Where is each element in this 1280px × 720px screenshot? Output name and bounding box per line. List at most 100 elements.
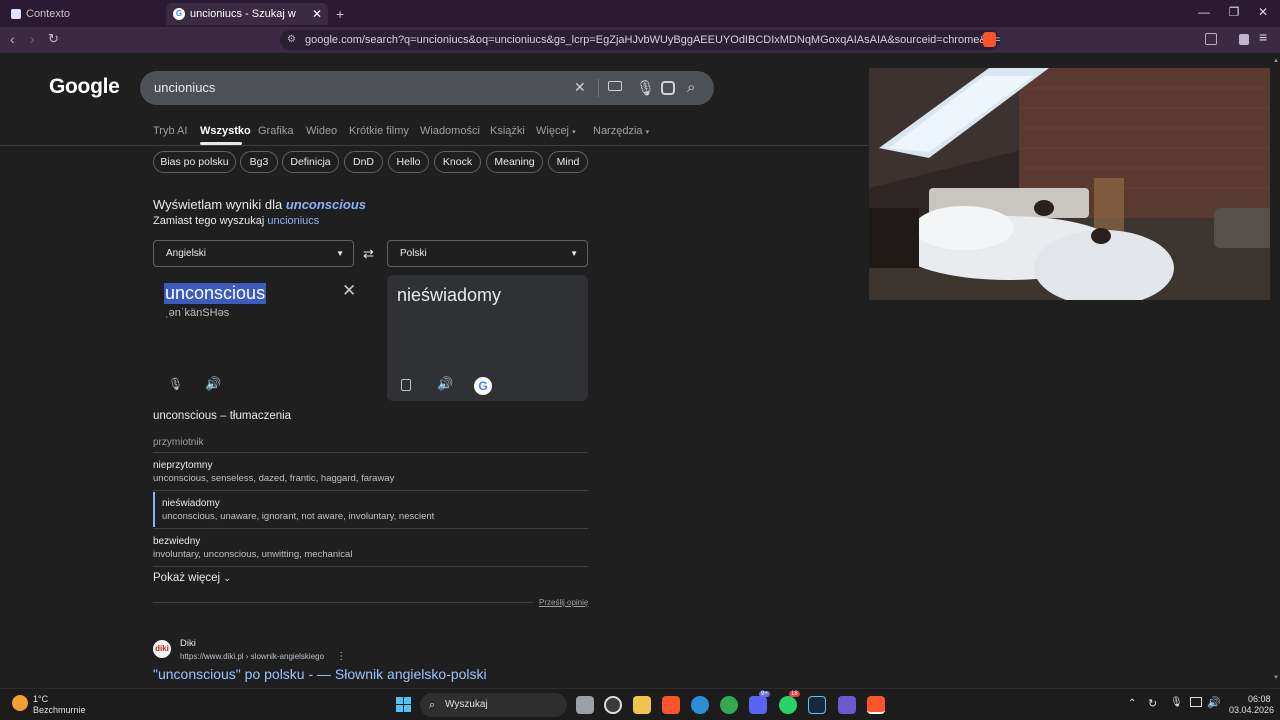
copy-icon[interactable] [401, 379, 411, 391]
minimize-button[interactable]: — [1196, 5, 1212, 19]
chip-bias-po-polsku[interactable]: Bias po polsku [153, 151, 236, 173]
translation-word[interactable]: nieświadomy [162, 498, 220, 509]
corrected-term-link[interactable]: unconscious [286, 197, 366, 212]
divider [153, 490, 588, 491]
chip-mind[interactable]: Mind [548, 151, 588, 173]
search-input[interactable]: uncioniucs ✕ 🎙 ⌕ [140, 71, 714, 105]
swap-languages-icon[interactable]: ⇄ [363, 246, 374, 262]
brave-icon[interactable] [662, 696, 680, 714]
diki-favicon-icon: diki [153, 640, 171, 658]
original-term-link[interactable]: uncioniucs [267, 215, 319, 227]
chrome-icon[interactable] [720, 696, 738, 714]
tab-tools[interactable]: Narzędzia ▾ [593, 125, 649, 137]
close-tab-icon[interactable]: ✕ [312, 3, 322, 25]
search-divider [598, 79, 599, 97]
clock-date[interactable]: 03.04.2026 [1229, 705, 1274, 715]
result-url[interactable]: https://www.diki.pl › slownik-angielskie… [180, 651, 346, 662]
tab-ai-mode[interactable]: Tryb AI [153, 125, 187, 137]
speaker-icon[interactable]: 🔊 [205, 376, 221, 392]
google-translate-icon[interactable]: G [474, 377, 492, 395]
google-lens-icon[interactable] [661, 81, 675, 95]
menu-icon[interactable]: ≡ [1259, 29, 1267, 45]
chip-bg3[interactable]: Bg3 [240, 151, 278, 173]
tray-expand-icon[interactable]: ⌃ [1128, 698, 1136, 709]
video-overlay [869, 68, 1270, 300]
divider [153, 566, 588, 567]
restore-button[interactable]: ❐ [1226, 5, 1242, 19]
show-more-button[interactable]: Pokaż więcej ⌄ [153, 572, 231, 584]
app-icon[interactable] [604, 696, 622, 714]
tab-images[interactable]: Grafika [258, 125, 293, 137]
microphone-icon[interactable]: 🎙 [636, 79, 655, 97]
result-title-link[interactable]: "unconscious" po polsku - — Słownik angi… [153, 666, 487, 682]
tab-google-search[interactable]: G uncioniucs - Szukaj w Google ✕ [166, 3, 328, 42]
address-bar[interactable]: ⚙ google.com/search?q=uncioniucs&oq=unci… [280, 30, 1000, 50]
chip-definicja[interactable]: Definicja [282, 151, 339, 173]
microphone-icon[interactable]: 🎙 [1170, 697, 1183, 708]
search-icon[interactable]: ⌕ [687, 79, 695, 96]
brave-active-icon[interactable] [867, 696, 885, 714]
sidebar-icon[interactable] [1205, 33, 1217, 45]
back-icon[interactable]: ‹ [10, 31, 15, 47]
tab-all[interactable]: Wszystko [200, 125, 251, 137]
chip-dnd[interactable]: DnD [344, 151, 383, 173]
source-language-select[interactable]: Angielski ▼ [153, 240, 354, 267]
clock-time[interactable]: 06:08 [1248, 694, 1271, 704]
network-icon[interactable] [1190, 697, 1202, 707]
volume-icon[interactable]: 🔊 [1207, 696, 1221, 709]
steam-icon[interactable] [808, 696, 826, 714]
weather-desc: Bezchmurnie [33, 705, 86, 715]
new-tab-button[interactable]: + [336, 3, 344, 25]
tab-more[interactable]: Więcej ▾ [536, 125, 576, 137]
chip-meaning[interactable]: Meaning [486, 151, 543, 173]
feedback-link[interactable]: Prześlij opinię [539, 598, 588, 607]
tab-news[interactable]: Wiadomości [420, 125, 480, 137]
source-text[interactable]: unconscious [164, 283, 267, 304]
taskbar-search[interactable]: ⌕ Wyszukaj [420, 693, 567, 717]
weather-icon[interactable] [12, 695, 28, 711]
google-logo[interactable]: Google [49, 75, 120, 99]
profile-icon[interactable] [1239, 34, 1249, 45]
translation-word[interactable]: nieprzytomny [153, 460, 212, 471]
sync-icon[interactable]: ↻ [1148, 697, 1157, 710]
app-icon[interactable] [691, 696, 709, 714]
task-view-icon[interactable] [576, 696, 594, 714]
chip-hello[interactable]: Hello [388, 151, 429, 173]
search-query[interactable]: uncioniucs [154, 80, 215, 95]
speaker-icon[interactable]: 🔊 [437, 376, 453, 392]
clear-source-icon[interactable]: ✕ [342, 281, 356, 301]
microphone-icon[interactable]: 🎙 [168, 377, 183, 391]
clear-search-icon[interactable]: ✕ [574, 79, 586, 96]
reload-icon[interactable]: ↻ [48, 31, 59, 47]
close-window-button[interactable]: ✕ [1255, 5, 1271, 19]
tab-contexto[interactable]: Contexto [8, 3, 158, 25]
page-scrollbar[interactable]: ▲ ▼ [1270, 53, 1280, 688]
whatsapp-icon[interactable]: 18 [779, 691, 800, 714]
chip-knock[interactable]: Knock [434, 151, 481, 173]
translation-synonyms: unconscious, senseless, dazed, frantic, … [153, 473, 395, 484]
site-info-icon[interactable]: ⚙ [287, 30, 296, 50]
toolbar: ‹ › ↻ ⚙ google.com/search?q=uncioniucs&o… [0, 27, 1280, 53]
part-of-speech: przymiotnik [153, 437, 204, 448]
file-explorer-icon[interactable] [633, 696, 651, 714]
more-options-icon[interactable]: ⋮ [336, 651, 346, 662]
tab-books[interactable]: Książki [490, 125, 525, 137]
brave-shields-icon[interactable] [983, 32, 996, 47]
app-icon[interactable] [838, 696, 856, 714]
tab-videos[interactable]: Wideo [306, 125, 337, 137]
divider [153, 452, 588, 453]
tab-short-videos[interactable]: Krótkie filmy [349, 125, 409, 137]
target-text-box: nieświadomy 🔊 G [387, 275, 588, 401]
chevron-down-icon: ▾ [645, 129, 650, 136]
scroll-up-icon[interactable]: ▲ [1273, 58, 1279, 64]
target-language-select[interactable]: Polski ▼ [387, 240, 588, 267]
selected-entry-indicator [153, 492, 155, 527]
result-site-name[interactable]: Diki [180, 638, 196, 649]
translation-word[interactable]: bezwiedny [153, 536, 200, 547]
target-text: nieświadomy [397, 285, 502, 305]
discord-icon[interactable]: 9+ [749, 691, 770, 714]
keyboard-icon[interactable] [608, 81, 622, 91]
forward-icon[interactable]: › [30, 31, 35, 47]
scroll-down-icon[interactable]: ▼ [1273, 675, 1279, 681]
start-icon[interactable] [396, 697, 412, 713]
